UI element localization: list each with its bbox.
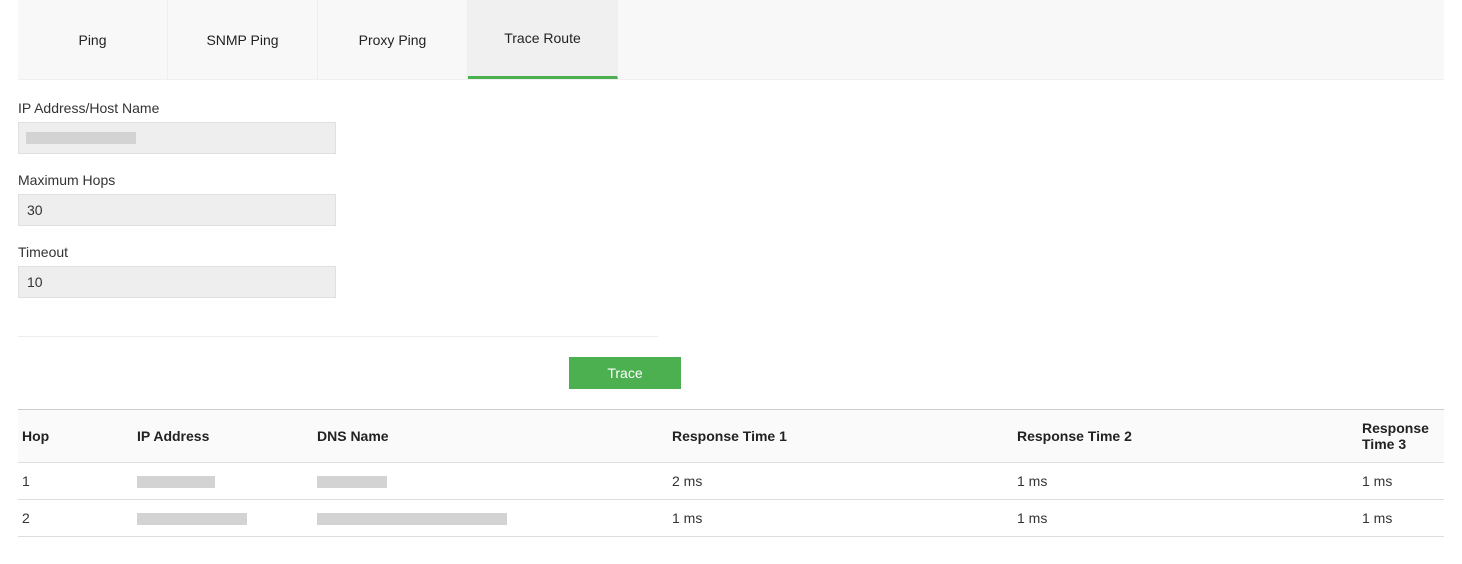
max-hops-input[interactable] xyxy=(18,194,336,226)
table-row: 1 2 ms 1 ms 1 ms xyxy=(18,463,1444,500)
ip-address-label: IP Address/Host Name xyxy=(18,100,1444,116)
col-header-rt3: Response Time 3 xyxy=(1358,410,1444,463)
max-hops-label: Maximum Hops xyxy=(18,172,1444,188)
cell-rt1: 1 ms xyxy=(668,500,1013,537)
cell-rt2: 1 ms xyxy=(1013,463,1358,500)
timeout-label: Timeout xyxy=(18,244,1444,260)
cell-ip xyxy=(133,463,313,500)
col-header-hop: Hop xyxy=(18,410,133,463)
tab-bar: Ping SNMP Ping Proxy Ping Trace Route xyxy=(18,0,1444,80)
col-header-rt2: Response Time 2 xyxy=(1013,410,1358,463)
cell-rt3: 1 ms xyxy=(1358,463,1444,500)
redacted-placeholder xyxy=(26,132,136,144)
tab-ping[interactable]: Ping xyxy=(18,0,168,79)
col-header-ip: IP Address xyxy=(133,410,313,463)
cell-rt3: 1 ms xyxy=(1358,500,1444,537)
trace-form: IP Address/Host Name Maximum Hops Timeou… xyxy=(0,80,1462,326)
table-row: 2 1 ms 1 ms 1 ms xyxy=(18,500,1444,537)
cell-dns xyxy=(313,500,668,537)
col-header-dns: DNS Name xyxy=(313,410,668,463)
timeout-input[interactable] xyxy=(18,266,336,298)
tab-snmp-ping[interactable]: SNMP Ping xyxy=(168,0,318,79)
cell-dns xyxy=(313,463,668,500)
col-header-rt1: Response Time 1 xyxy=(668,410,1013,463)
cell-hop: 1 xyxy=(18,463,133,500)
trace-button[interactable]: Trace xyxy=(569,357,681,389)
tab-trace-route[interactable]: Trace Route xyxy=(468,0,618,79)
cell-hop: 2 xyxy=(18,500,133,537)
cell-rt2: 1 ms xyxy=(1013,500,1358,537)
tab-proxy-ping[interactable]: Proxy Ping xyxy=(318,0,468,79)
results-table: Hop IP Address DNS Name Response Time 1 … xyxy=(18,409,1444,537)
cell-rt1: 2 ms xyxy=(668,463,1013,500)
cell-ip xyxy=(133,500,313,537)
